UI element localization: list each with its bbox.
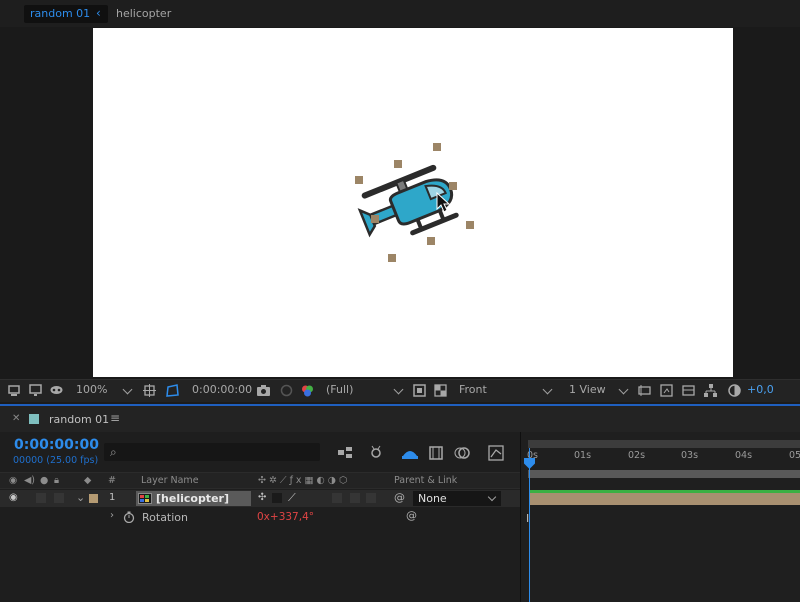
search-icon: ⌕ [110,445,117,459]
composition-canvas[interactable] [93,28,733,377]
layer-number: 1 [109,492,116,503]
safe-margins-icon[interactable] [143,384,156,397]
layer-row[interactable]: ◉ ⌄ 1 [helicopter] ✣ ⟋ @ None [0,490,520,507]
timeline-icon[interactable] [682,384,695,397]
toggle-pixel-aspect-icon[interactable] [638,384,651,397]
collapse-chevron-icon[interactable]: ⌄ [76,491,85,504]
frame-blending-icon[interactable] [429,446,443,460]
viewer-timecode[interactable]: 0:00:00:00 [192,383,252,396]
adjustment-switch[interactable] [350,493,360,503]
exposure-icon[interactable] [728,384,741,397]
motion-blur-icon[interactable] [454,447,470,459]
close-icon[interactable]: ✕ [12,413,20,424]
monitor-icon[interactable] [29,384,42,397]
tab-helicopter[interactable]: helicopter [116,7,171,20]
quality-switch[interactable] [272,493,282,503]
comp-color-swatch [29,414,39,424]
transparency-grid-icon[interactable] [434,384,447,397]
always-preview-icon[interactable] [8,384,21,397]
current-time-indicator[interactable] [529,448,530,602]
resolution-dropdown[interactable]: (Full) [326,383,353,396]
viewer-toolbar: 100% 0:00:00:00 (Full) Front 1 View +0,0 [0,379,800,402]
ruler-tick: 02s [628,450,646,461]
comp-mini-flowchart-icon[interactable] [338,447,352,458]
property-name: Rotation [142,511,189,524]
timeline-graph[interactable]: 0s 01s 02s 03s 04s 05 I [521,432,800,602]
region-of-interest-icon[interactable] [413,384,426,397]
audio-icon[interactable]: ◀) [24,475,35,486]
layer-name[interactable]: [helicopter] [156,492,229,505]
property-row[interactable]: › Rotation 0x+337,4° @ [0,508,520,525]
solo-toggle[interactable] [36,493,46,503]
lock-icon[interactable]: 🔒︎ [54,475,59,486]
chevron-down-icon[interactable] [618,384,629,395]
layer-column-header: ◉ ◀) ● 🔒︎ ◆ # Layer Name ✣✲⟋ƒx▦◐◑⬡ Paren… [0,472,520,489]
shy-layers-icon[interactable] [402,451,418,459]
helicopter-layer[interactable] [93,28,733,377]
camera-icon[interactable] [257,384,270,397]
panel-menu-icon[interactable]: ≡ [110,411,120,425]
expand-chevron-icon[interactable]: › [110,510,114,521]
time-navigator[interactable] [528,440,800,448]
pick-whip-icon[interactable]: @ [394,491,405,504]
layer-name-header[interactable]: Layer Name [141,475,199,486]
chevron-down-icon[interactable] [393,384,404,395]
zoom-level[interactable]: 100% [76,383,107,396]
collapse-switch-icon[interactable]: ✣ [258,492,266,503]
quality-slash-icon[interactable]: ⟋ [288,491,296,505]
current-time-head[interactable] [524,458,535,469]
tab-random-01[interactable]: random 01 ‹ [24,5,108,23]
show-snapshot-icon[interactable] [280,384,293,397]
channel-icon[interactable] [301,384,314,397]
stopwatch-icon[interactable] [123,511,135,523]
switches-header-icons: ✣✲⟋ƒx▦◐◑⬡ [258,475,351,486]
frame-info: 00000 (25.00 fps) [13,455,99,466]
layer-number-header: # [108,475,116,486]
graph-editor-icon[interactable] [488,445,504,461]
ruler-tick: 03s [681,450,699,461]
timeline-tab-bar: ✕ random 01 ≡ [0,406,800,432]
view-layout-dropdown[interactable]: 1 View [569,383,606,396]
parent-dropdown[interactable]: None [413,491,501,506]
timeline-tab-label[interactable]: random 01 [49,413,109,426]
tab-label: random 01 [30,7,91,20]
work-area-bar[interactable] [528,470,800,478]
timeline-panel: ✕ random 01 ≡ 0:00:00:00 00000 (25.00 fp… [0,404,800,602]
chevron-down-icon[interactable] [487,492,497,502]
lock-toggle[interactable] [54,493,64,503]
flowchart-icon[interactable] [704,384,717,397]
3d-switch[interactable] [366,493,376,503]
fast-previews-icon[interactable] [660,384,673,397]
composition-viewer [0,27,800,379]
parent-value: None [418,492,447,505]
layer-label-color[interactable] [89,494,98,503]
motion-blur-switch[interactable] [332,493,342,503]
label-tag-icon[interactable]: ◆ [84,475,91,486]
precomp-icon [138,493,152,504]
draft-3d-icon[interactable] [371,445,381,458]
view-dropdown[interactable]: Front [459,383,487,396]
ruler-tick: 05 [789,450,800,461]
layer-duration-bar[interactable] [529,490,800,505]
visibility-eye-icon[interactable]: ◉ [9,492,18,503]
timeline-switches [338,445,504,461]
rotation-value[interactable]: 0x+337,4° [257,511,314,523]
search-input[interactable]: ⌕ [104,443,320,461]
chevron-down-icon[interactable] [542,384,553,395]
composition-tab-bar: random 01 ‹ helicopter [0,0,800,27]
mask-path-icon[interactable] [166,384,179,397]
current-time-display[interactable]: 0:00:00:00 [14,437,99,453]
ruler-tick: 04s [735,450,753,461]
exposure-value[interactable]: +0,0 [747,383,774,396]
parent-link-header: Parent & Link [394,475,458,486]
solo-icon[interactable]: ● [40,475,48,486]
chevron-down-icon[interactable] [122,384,133,395]
ruler-tick: 01s [574,450,592,461]
chevron-left-icon[interactable]: ‹ [96,6,101,20]
property-pick-whip-icon[interactable]: @ [406,509,417,522]
mask-icon[interactable] [50,384,63,397]
eye-icon[interactable]: ◉ [9,475,17,486]
